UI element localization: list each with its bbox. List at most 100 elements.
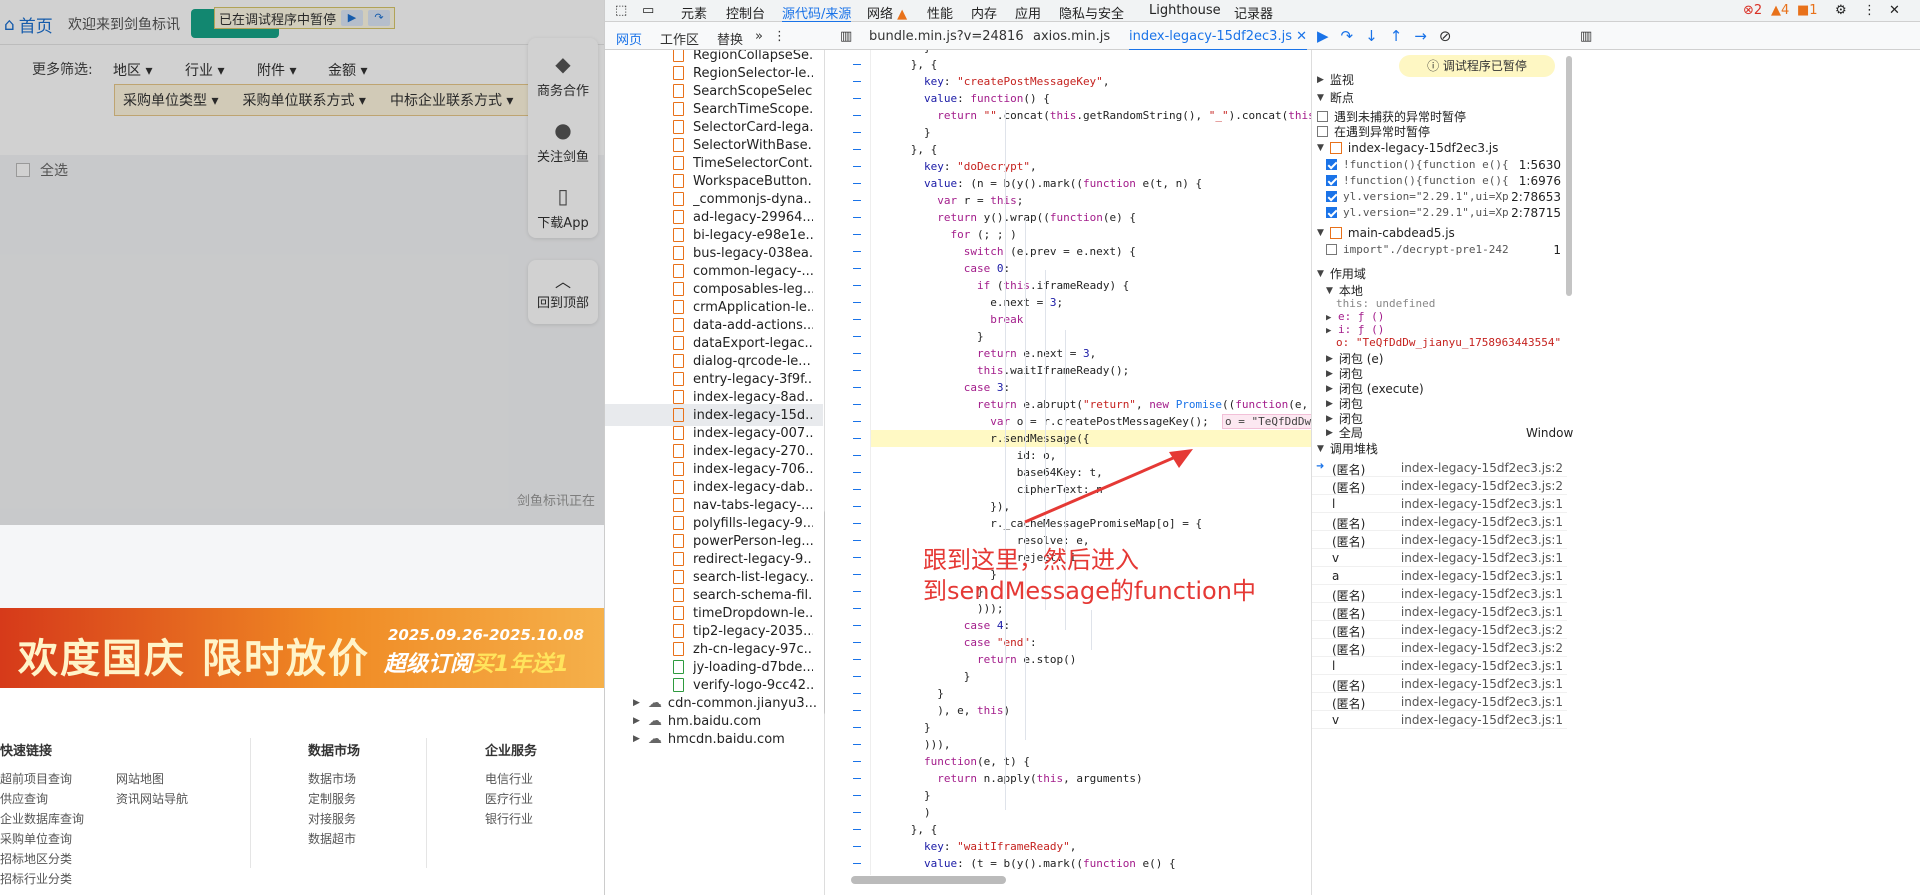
line-marker[interactable] [853,744,861,745]
section-watch[interactable]: ▶ 监视 [1317,71,1354,88]
footer-link[interactable]: 电信行业 [485,770,533,787]
tab-memory[interactable]: 内存 [971,3,997,22]
resume-icon[interactable]: ▶ [341,10,364,26]
breakpoint-item[interactable]: !function(){function e(){return ...1:563… [1326,158,1561,172]
device-toolbar-icon[interactable]: ▭ [642,3,654,18]
footer-link[interactable]: 数据市场 [308,770,356,787]
line-marker[interactable] [853,727,861,728]
resume-icon[interactable]: ▶ [1317,27,1329,45]
callstack-frame[interactable]: (匿名) index-legacy-15df2ec3.js:1 [1312,675,1567,693]
footer-link[interactable]: 采购单位查询 [0,830,72,847]
step-over-icon[interactable]: ↷ [368,10,391,26]
line-marker[interactable] [853,302,861,303]
filter-buyer-contact[interactable]: 采购单位联系方式 ▾ [242,90,365,110]
line-marker[interactable] [853,387,861,388]
line-marker[interactable] [853,693,861,694]
breakpoint-file-group[interactable]: ▼ main-cabdead5.js [1317,226,1455,240]
toggle-debugger-icon[interactable]: ▥ [1580,29,1592,44]
more-vert-icon[interactable]: ⋮ [773,29,786,44]
line-marker[interactable] [853,455,861,456]
line-marker[interactable] [853,166,861,167]
footer-link[interactable]: 医疗行业 [485,790,533,807]
line-marker[interactable] [853,540,861,541]
step-out-icon[interactable]: ↑ [1390,27,1403,45]
select-all-checkbox[interactable] [16,163,30,177]
line-marker[interactable] [853,98,861,99]
footer-link[interactable]: 供应查询 [0,790,48,807]
line-marker[interactable] [853,421,861,422]
tab-console[interactable]: 控制台 [726,3,765,22]
tab-elements[interactable]: 元素 [681,3,707,22]
line-marker[interactable] [853,829,861,830]
select-all[interactable]: 全选 [16,160,68,180]
side-item-business[interactable]: ◆ 商务合作 [528,52,598,99]
filter-region[interactable]: 地区 ▾ [113,60,152,80]
callstack-frame[interactable]: a index-legacy-15df2ec3.js:1 [1312,567,1567,585]
pause-caught-option[interactable]: 在遇到异常时暂停 [1317,123,1430,140]
line-marker[interactable] [853,591,861,592]
line-marker[interactable] [853,336,861,337]
filter-amount[interactable]: 金额 ▾ [328,60,367,80]
line-marker[interactable] [853,404,861,405]
side-item-follow[interactable]: ● 关注剑鱼 [528,118,598,165]
close-icon[interactable]: ✕ [1889,3,1900,18]
line-marker[interactable] [853,251,861,252]
callstack-frame[interactable]: l index-legacy-15df2ec3.js:1 [1312,657,1567,675]
line-marker[interactable] [853,319,861,320]
line-marker[interactable] [853,149,861,150]
footer-link[interactable]: 企业数据库查询 [0,810,84,827]
tab-lighthouse[interactable]: Lighthouse [1149,3,1221,18]
breakpoint-checkbox[interactable] [1326,207,1337,218]
line-marker[interactable] [853,846,861,847]
line-marker[interactable] [853,523,861,524]
line-marker[interactable] [853,625,861,626]
line-marker[interactable] [853,183,861,184]
callstack-frame[interactable]: ➜ (匿名) index-legacy-15df2ec3.js:2 [1312,459,1567,477]
line-marker[interactable] [853,574,861,575]
scope-var-i[interactable]: ▶ i: ƒ () [1326,323,1384,336]
step-over-icon[interactable]: ↷ [1341,27,1354,45]
tab-performance[interactable]: 性能 [927,3,953,22]
nav-tab-page[interactable]: 网页 [616,29,642,48]
line-marker[interactable] [853,472,861,473]
callstack-frame[interactable]: (匿名) index-legacy-15df2ec3.js:1 [1312,603,1567,621]
line-marker[interactable] [853,353,861,354]
line-marker[interactable] [853,489,861,490]
deactivate-breakpoints-icon[interactable]: ⊘ [1439,27,1452,45]
section-scope[interactable]: ▼ 作用域 [1317,265,1366,282]
line-marker[interactable] [853,132,861,133]
filter-industry[interactable]: 行业 ▾ [185,60,224,80]
home-link[interactable]: ⌂ 首页 [4,12,53,38]
breakpoint-item[interactable]: import"./decrypt-pre1-242b92b6.js";i...1 [1326,243,1561,257]
line-marker[interactable] [853,608,861,609]
line-marker[interactable] [853,710,861,711]
line-marker[interactable] [853,217,861,218]
footer-link[interactable]: 招标地区分类 [0,850,72,867]
footer-link[interactable]: 网站地图 [116,770,164,787]
footer-link[interactable]: 定制服务 [308,790,356,807]
warning-count[interactable]: ▲4 [1771,3,1789,18]
line-marker[interactable] [853,506,861,507]
editor-hscrollbar[interactable] [851,876,1006,884]
more-tabs-icon[interactable]: » [755,29,763,44]
line-marker[interactable] [853,200,861,201]
line-marker[interactable] [853,778,861,779]
footer-link[interactable]: 对接服务 [308,810,356,827]
domain-tree-item[interactable]: ▶ ☁ hmcdn.baidu.com [605,728,823,750]
nav-tab-workspace[interactable]: 工作区 [660,29,699,48]
breakpoint-checkbox[interactable] [1326,191,1337,202]
callstack-frame[interactable]: (匿名) index-legacy-15df2ec3.js:1 [1312,531,1567,549]
tab-recorder[interactable]: 记录器 [1234,3,1273,22]
callstack-frame[interactable]: (匿名) index-legacy-15df2ec3.js:1 [1312,585,1567,603]
error-count[interactable]: ⊗2 [1743,3,1762,18]
callstack-frame[interactable]: (匿名) index-legacy-15df2ec3.js:2 [1312,477,1567,495]
line-marker[interactable] [853,370,861,371]
breakpoint-checkbox[interactable] [1326,244,1337,255]
section-callstack[interactable]: ▼ 调用堆栈 [1317,440,1378,457]
line-marker[interactable] [853,268,861,269]
callstack-frame[interactable]: v index-legacy-15df2ec3.js:1 [1312,711,1567,729]
tab-application[interactable]: 应用 [1015,3,1041,22]
footer-link[interactable]: 招标行业分类 [0,870,72,887]
callstack-frame[interactable]: (匿名) index-legacy-15df2ec3.js:1 [1312,513,1567,531]
breakpoint-item[interactable]: !function(){function e(){return ...1:697… [1326,174,1561,188]
